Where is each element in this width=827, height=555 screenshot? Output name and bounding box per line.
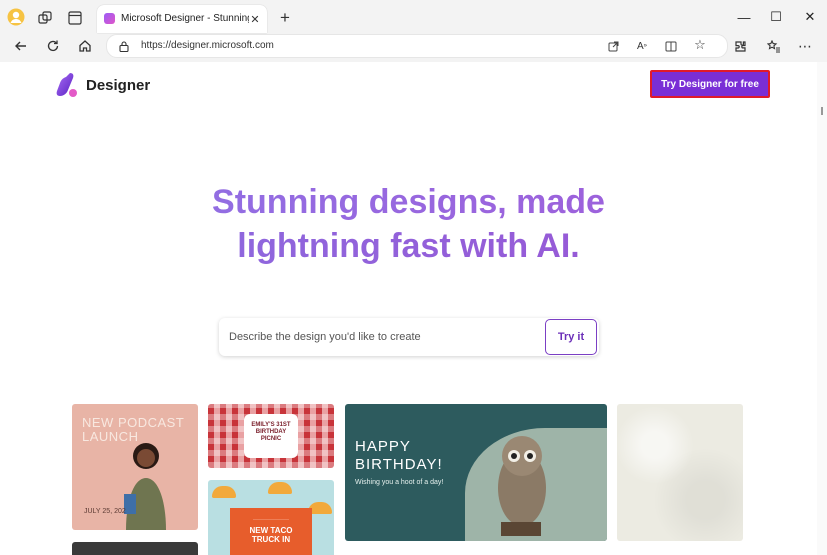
refresh-icon[interactable]: [43, 36, 63, 56]
podcast-card-date: JULY 25, 202: [84, 508, 126, 515]
favorite-star-icon[interactable]: ☆: [693, 37, 707, 52]
birthday-card-title: HAPPY BIRTHDAY!: [355, 438, 443, 473]
birthday-card-message: Wishing you a hoot of a day!: [355, 479, 444, 486]
owl-image: [498, 436, 546, 536]
tab-title: Microsoft Designer - Stunning designs: [121, 13, 249, 24]
new-tab-button[interactable]: +: [277, 8, 293, 27]
try-it-button[interactable]: Try it: [545, 319, 597, 355]
url-text: https://designer.microsoft.com: [141, 40, 274, 51]
taco-card-subtitle: —————————: [253, 516, 289, 521]
hero-line-2: lightning fast with AI.: [0, 224, 817, 268]
design-prompt-box: Try it: [219, 318, 599, 356]
taco-card-panel: ————————— NEW TACO TRUCK IN: [230, 508, 312, 555]
texture-template-card[interactable]: [617, 404, 743, 541]
favorites-icon[interactable]: [765, 37, 783, 55]
taco-card-title: NEW TACO TRUCK IN: [249, 526, 293, 544]
workspaces-icon[interactable]: [36, 9, 54, 27]
taco-template-card[interactable]: ————————— NEW TACO TRUCK IN: [208, 480, 334, 555]
brand-name: Designer: [86, 76, 151, 94]
brand[interactable]: Designer: [56, 70, 150, 100]
taco-icon: [268, 482, 292, 494]
hero-heading: Stunning designs, made lightning fast wi…: [0, 180, 817, 268]
more-menu-icon[interactable]: ⋯: [796, 37, 814, 55]
address-bar-row: https://designer.microsoft.com A» ☆ ⋯: [0, 34, 827, 62]
read-aloud-icon[interactable]: A»: [635, 39, 649, 53]
open-in-app-icon[interactable]: [606, 39, 620, 53]
minimize-button[interactable]: —: [732, 7, 756, 27]
profile-avatar-icon[interactable]: [6, 7, 26, 27]
tab-bar: Microsoft Designer - Stunning designs ✕ …: [0, 0, 827, 34]
designer-logo-icon: [56, 72, 78, 98]
lock-icon[interactable]: [117, 39, 131, 53]
back-icon[interactable]: [11, 36, 31, 56]
page-scrollbar[interactable]: [817, 62, 827, 555]
picnic-card-badge: EMILY'S 31ST BIRTHDAY PICNIC: [244, 414, 298, 458]
scrollbar-thumb[interactable]: [821, 107, 823, 115]
home-icon[interactable]: [75, 36, 95, 56]
tab-designer[interactable]: Microsoft Designer - Stunning designs ✕: [97, 5, 267, 33]
designer-favicon-icon: [104, 13, 115, 24]
close-tab-icon[interactable]: ✕: [248, 12, 262, 26]
taco-icon: [212, 486, 236, 498]
hero-line-1: Stunning designs, made: [0, 180, 817, 224]
tab-actions-icon[interactable]: [66, 9, 84, 27]
maximize-button[interactable]: ☐: [764, 7, 788, 27]
try-designer-button[interactable]: Try Designer for free: [650, 70, 770, 98]
address-bar[interactable]: https://designer.microsoft.com A» ☆: [106, 34, 728, 58]
extensions-icon[interactable]: [731, 37, 749, 55]
podcast-template-card[interactable]: NEW PODCAST LAUNCH JULY 25, 202: [72, 404, 198, 530]
browser-chrome: Microsoft Designer - Stunning designs ✕ …: [0, 0, 827, 63]
designer-page: Designer Try Designer for free Stunning …: [0, 62, 817, 555]
picnic-template-card[interactable]: EMILY'S 31ST BIRTHDAY PICNIC: [208, 404, 334, 468]
podcast-host-image: [124, 443, 166, 530]
birthday-template-card[interactable]: HAPPY BIRTHDAY! Wishing you a hoot of a …: [345, 404, 607, 541]
design-prompt-input[interactable]: [227, 326, 541, 348]
template-card-partial[interactable]: [72, 542, 198, 555]
close-window-button[interactable]: ✕: [798, 7, 822, 27]
split-screen-icon[interactable]: [664, 39, 678, 53]
